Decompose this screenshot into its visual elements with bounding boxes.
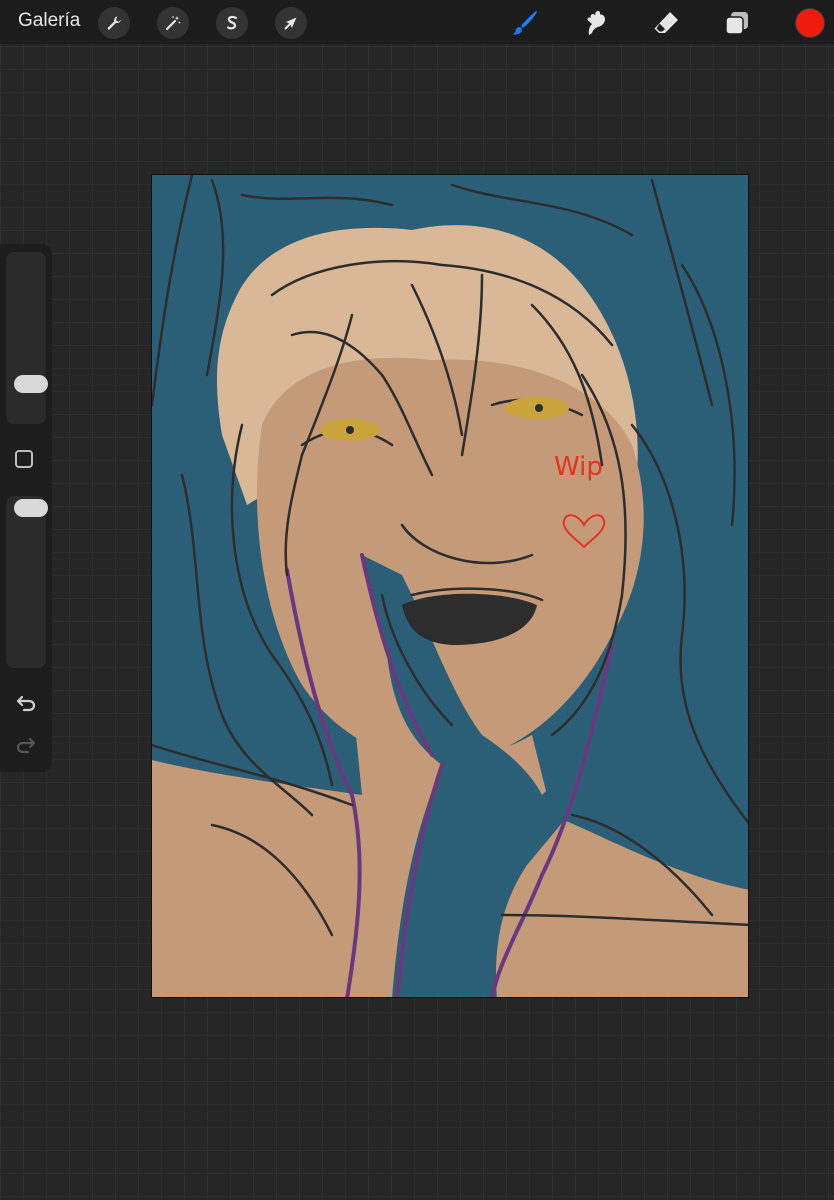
artwork-canvas[interactable]: Wip bbox=[151, 174, 749, 998]
opacity-slider[interactable] bbox=[6, 496, 48, 668]
color-picker-button[interactable] bbox=[795, 8, 825, 38]
wrench-icon bbox=[107, 16, 121, 30]
modify-button[interactable] bbox=[15, 450, 33, 468]
selection-s-icon bbox=[226, 15, 238, 30]
brush-size-thumb[interactable] bbox=[14, 375, 48, 394]
arrow-cursor-icon bbox=[284, 17, 297, 30]
top-toolbar: Galería bbox=[0, 0, 834, 44]
smudge-tool-button[interactable] bbox=[580, 8, 610, 38]
layers-button[interactable] bbox=[722, 8, 752, 38]
gallery-button[interactable]: Galería bbox=[18, 10, 80, 32]
brush-size-slider[interactable] bbox=[6, 252, 48, 424]
undo-button[interactable] bbox=[13, 690, 39, 716]
left-sidebar bbox=[0, 244, 52, 772]
redo-icon bbox=[16, 737, 36, 754]
artwork-drawing: Wip bbox=[152, 175, 748, 997]
selection-button[interactable] bbox=[216, 7, 248, 39]
paint-tool-button[interactable] bbox=[510, 8, 540, 38]
opacity-thumb[interactable] bbox=[14, 499, 48, 518]
undo-icon bbox=[16, 695, 36, 712]
smudge-icon bbox=[587, 11, 605, 35]
magic-wand-icon bbox=[165, 16, 181, 31]
adjustments-button[interactable] bbox=[157, 7, 189, 39]
actions-button[interactable] bbox=[98, 7, 130, 39]
wip-annotation: Wip bbox=[554, 452, 603, 482]
transform-button[interactable] bbox=[275, 7, 307, 39]
redo-button[interactable] bbox=[13, 732, 39, 758]
eraser-tool-button[interactable] bbox=[651, 8, 681, 38]
layers-icon bbox=[725, 12, 748, 35]
brush-icon bbox=[512, 11, 537, 35]
eraser-icon bbox=[654, 12, 678, 33]
